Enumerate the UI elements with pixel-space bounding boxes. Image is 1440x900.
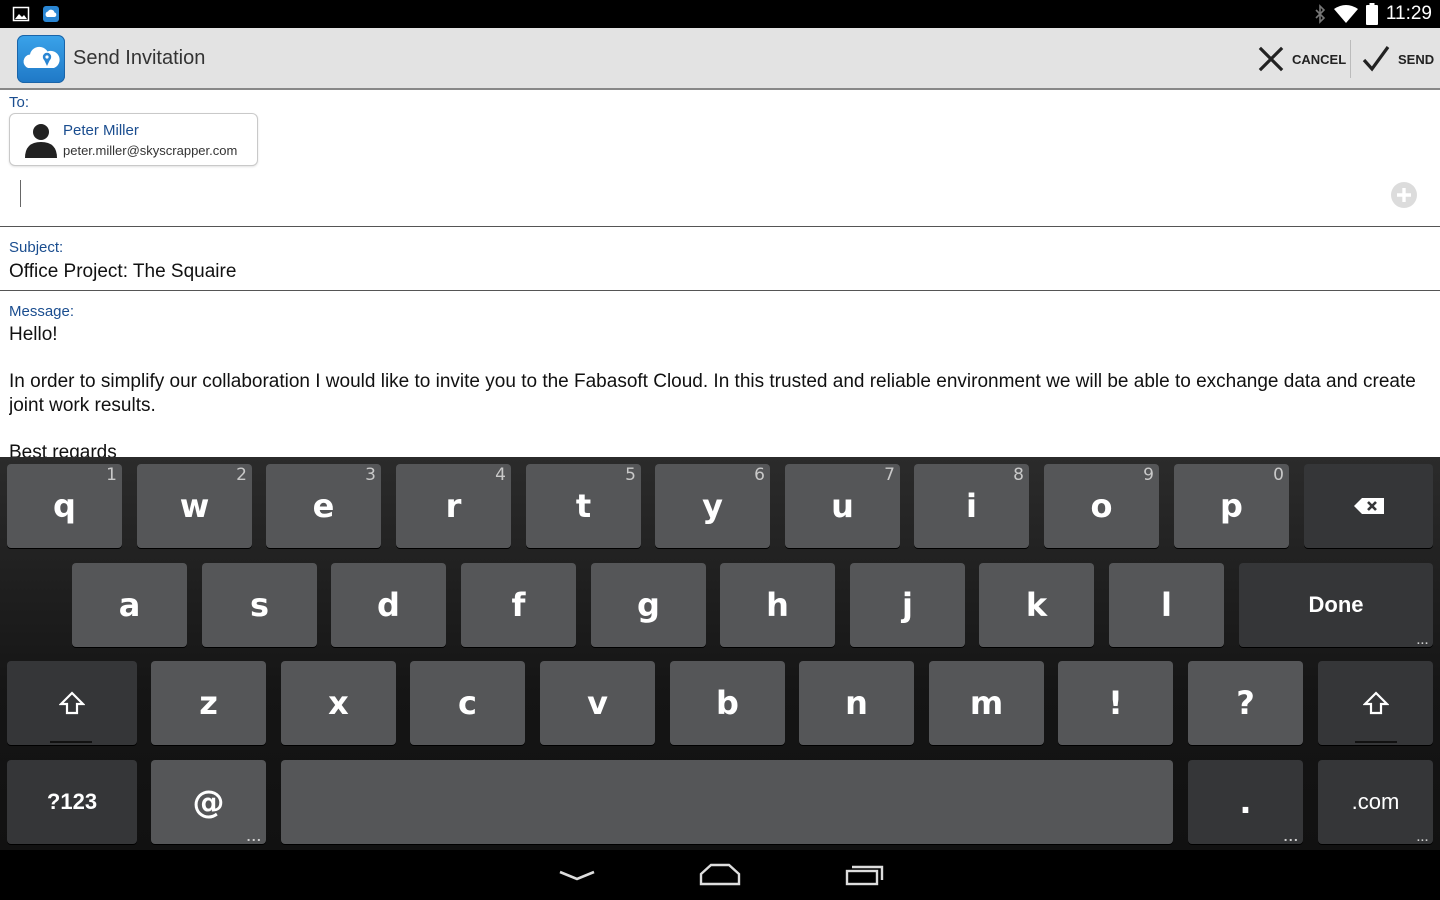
action-bar: Send Invitation CANCEL SEND [0,28,1440,90]
key-h[interactable]: h [720,563,835,647]
image-icon [12,6,30,22]
cloud-app-icon [43,6,59,22]
key-l[interactable]: l [1109,563,1224,647]
more-indicator: ... [1416,635,1429,647]
key-v[interactable]: v [540,661,655,745]
more-indicator: ... [246,831,262,844]
app-logo-icon[interactable] [17,35,65,83]
shift-icon [1362,691,1389,715]
key-g[interactable]: g [591,563,706,647]
backspace-icon [1353,498,1384,514]
key-exclamation[interactable]: ! [1058,661,1173,745]
key-question[interactable]: ? [1188,661,1303,745]
key-u[interactable]: u7 [785,464,900,548]
key-s[interactable]: s [202,563,317,647]
cancel-label: CANCEL [1292,51,1347,67]
key-t[interactable]: t5 [526,464,641,548]
recipient-email: peter.miller@skyscrapper.com [63,143,238,158]
to-label: To: [9,94,30,111]
key-e[interactable]: e3 [266,464,381,548]
check-icon [1362,46,1390,72]
battery-icon [1365,3,1378,25]
key-o[interactable]: o9 [1044,464,1159,548]
soft-keyboard: q1 w2 e3 r4 t5 y6 u7 i8 o9 p0 a s d f g … [0,457,1440,850]
page-title: Send Invitation [73,47,206,69]
done-label: Done [1308,592,1364,617]
more-indicator: ... [1283,831,1299,844]
send-label: SEND [1398,51,1435,67]
message-input[interactable]: Hello! In order to simplify our collabor… [9,323,1429,457]
shift-key-left[interactable] [7,661,137,745]
shift-indicator [1355,741,1397,743]
shift-indicator [50,741,92,743]
subject-divider [0,290,1440,291]
key-x[interactable]: x [281,661,396,745]
recipient-name: Peter Miller [63,122,139,139]
backspace-key[interactable] [1304,464,1433,548]
recipient-chip[interactable]: Peter Miller peter.miller@skyscrapper.co… [9,113,258,166]
key-period[interactable]: . ... [1188,760,1303,844]
space-key[interactable] [281,760,1173,844]
to-divider [0,226,1440,227]
key-c[interactable]: c [410,661,525,745]
message-line: In order to simplify our collaboration I… [9,371,1416,416]
key-m[interactable]: m [929,661,1044,745]
key-a[interactable]: a [72,563,187,647]
key-r[interactable]: r4 [396,464,511,548]
key-j[interactable]: j [850,563,965,647]
done-key[interactable]: Done ... [1239,563,1433,647]
symbols-key[interactable]: ?123 [7,760,137,844]
key-at[interactable]: @ ... [151,760,266,844]
message-line: Hello! [9,324,58,345]
bluetooth-icon [1315,4,1325,24]
key-n[interactable]: n [799,661,914,745]
more-indicator: ... [1416,832,1429,844]
shift-icon [59,691,85,715]
hide-keyboard-icon[interactable] [558,862,596,888]
message-line: Best regards [9,441,117,458]
close-icon [1258,46,1284,72]
wifi-icon [1333,5,1358,23]
shift-key-right[interactable] [1318,661,1433,745]
key-w[interactable]: w2 [137,464,252,548]
add-recipient-icon[interactable] [1390,181,1418,209]
cancel-button[interactable]: CANCEL [1258,28,1346,90]
clock: 11:29 [1385,3,1432,24]
navigation-bar [0,850,1440,900]
to-input-cursor[interactable] [20,180,21,207]
recent-apps-icon[interactable] [844,862,886,888]
key-b[interactable]: b [670,661,785,745]
key-d[interactable]: d [331,563,446,647]
dotcom-key[interactable]: .com ... [1318,760,1433,844]
key-f[interactable]: f [461,563,576,647]
key-z[interactable]: z [151,661,266,745]
key-y[interactable]: y6 [655,464,770,548]
status-bar: 11:29 [0,0,1440,28]
action-divider [1350,40,1351,78]
send-button[interactable]: SEND [1362,28,1434,90]
person-icon [25,124,57,158]
key-i[interactable]: i8 [914,464,1029,548]
key-p[interactable]: p0 [1174,464,1289,548]
key-q[interactable]: q1 [7,464,122,548]
home-icon[interactable] [698,862,742,888]
message-label: Message: [9,303,75,320]
subject-input[interactable]: Office Project: The Squaire [9,261,236,283]
key-k[interactable]: k [979,563,1094,647]
subject-label: Subject: [9,239,64,256]
